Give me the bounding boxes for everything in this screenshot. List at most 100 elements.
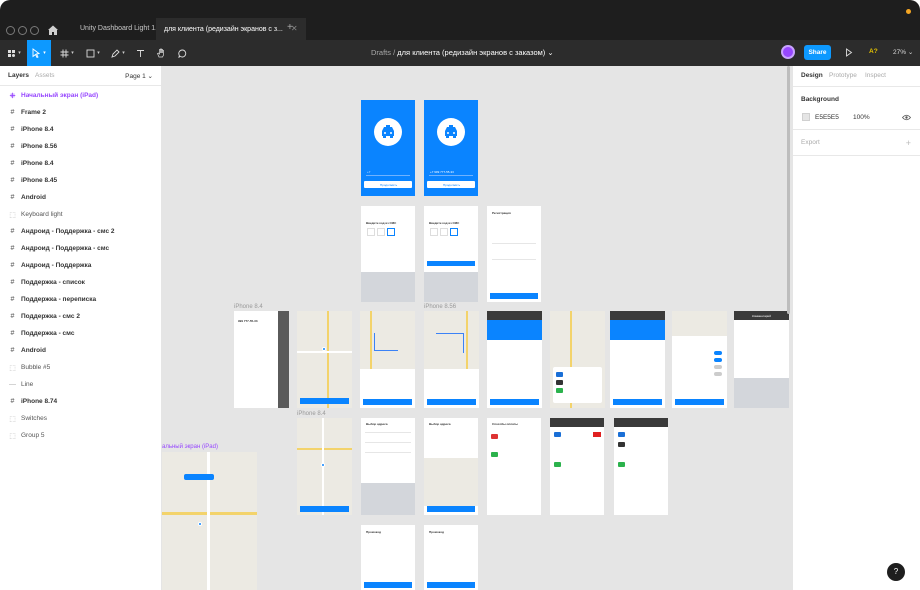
tab-assets[interactable]: Assets [35,72,55,79]
tab-inspect[interactable]: Inspect [865,72,886,79]
text-tool-button[interactable] [132,40,148,66]
code-cell[interactable] [430,228,438,236]
tab-unity-dashboard[interactable]: Unity Dashboard Light 1.0 [72,18,169,40]
share-button[interactable]: Share [804,45,831,60]
tab-current-file[interactable]: для клиента (редизайн экранов с з... ✕ [156,18,306,40]
layer-item[interactable]: ⬚ Bubble #5 [0,359,162,376]
order-button[interactable] [427,399,476,405]
main-menu-button[interactable]: ▾ [4,40,24,66]
done-button[interactable] [427,506,475,512]
breadcrumb-drafts[interactable]: Drafts [371,48,391,57]
map-pin[interactable] [322,347,326,351]
zoom-dropdown[interactable]: 27% ⌄ [893,48,913,56]
tab-prototype[interactable]: Prototype [829,72,857,79]
frame-map-1[interactable] [297,311,352,408]
frame-payment-popup[interactable] [550,311,605,408]
toggle-switch[interactable] [714,358,722,362]
frame-comment[interactable]: Комментарий [734,311,789,408]
layer-item[interactable]: # Андроид - Поддержка - смс 2 [0,223,162,240]
address-row[interactable] [365,432,411,433]
code-cell[interactable] [450,228,458,236]
layer-item[interactable]: ⬚ Keyboard light [0,206,162,223]
toggle-switch[interactable] [714,372,722,376]
layer-item[interactable]: # Поддержка - переписка [0,291,162,308]
hand-tool-button[interactable] [153,40,169,66]
document-title[interactable]: для клиента (редизайн экранов с заказом) [397,48,545,57]
layer-item[interactable]: # Поддержка - смс 2 [0,308,162,325]
layer-item[interactable]: # iPhone 8.56 [0,138,162,155]
done-button[interactable] [364,582,412,588]
eye-icon[interactable] [902,114,911,121]
frame-map-2[interactable] [360,311,415,408]
frame-splash-2[interactable]: +7 999 777-55-33 Продолжить [424,100,478,196]
layer-item[interactable]: # Frame 2 [0,104,162,121]
frame-choose-address-1[interactable]: Выбор адреса [361,418,415,515]
frame-sms-code-1[interactable]: Введите код из СМС [361,206,415,302]
layer-item[interactable]: ⬚ Group 5 [0,427,162,444]
frame-map-3[interactable] [424,311,479,408]
home-icon[interactable] [47,24,59,36]
map-pin[interactable] [198,522,202,526]
canvas[interactable]: +7 Продолжить +7 999 777-55-33 Продолжит… [162,66,792,590]
code-cell[interactable] [387,228,395,236]
frame-splash-1[interactable]: +7 Продолжить [361,100,415,196]
order-button[interactable] [613,399,662,405]
address-bubble[interactable] [184,474,214,480]
background-hex-input[interactable]: E5E5E5 [815,114,839,121]
tab-layers[interactable]: Layers [8,72,29,79]
frame-order-details[interactable] [487,311,542,408]
toggle-switch[interactable] [714,365,722,369]
frame-map-pin[interactable] [297,418,352,515]
present-play-icon[interactable] [845,48,853,57]
layer-item[interactable]: # iPhone 8.45 [0,172,162,189]
pen-tool-button[interactable]: ▾ [107,40,129,66]
toggle-switch[interactable] [714,351,722,355]
frame-options[interactable] [672,311,727,408]
layer-item[interactable]: # Android [0,189,162,206]
payment-popup[interactable] [553,367,602,403]
layer-item[interactable]: # iPhone 8.74 [0,393,162,410]
frame-registration[interactable]: Регистрация [487,206,541,302]
background-opacity-input[interactable]: 100% [853,114,870,121]
shape-tool-button[interactable]: ▾ [82,40,104,66]
delete-badge[interactable] [593,432,601,437]
frame-payment-methods-2[interactable] [550,418,604,515]
code-cell[interactable] [440,228,448,236]
ai-assistant-button[interactable]: A? [869,48,878,55]
canvas-scrollbar[interactable] [787,66,790,314]
address-row[interactable] [365,442,411,443]
close-window-button[interactable] [6,26,15,35]
frame-payment-methods-3[interactable] [614,418,668,515]
background-color-swatch[interactable] [802,113,810,121]
continue-button[interactable]: Продолжить [427,181,475,188]
move-tool-button[interactable]: ▾ [27,40,51,66]
maximize-window-button[interactable] [30,26,39,35]
continue-button[interactable]: Продолжить [364,181,412,188]
help-button[interactable]: ? [887,563,905,581]
code-cell[interactable] [377,228,385,236]
done-button[interactable] [300,506,349,512]
new-tab-icon[interactable]: + [287,22,293,33]
done-button[interactable] [675,399,724,405]
page-selector[interactable]: Page 1 ⌄ [125,72,153,80]
done-button[interactable] [427,582,475,588]
layer-item[interactable]: ⁜ Начальный экран (iPad) [0,87,162,104]
frame-tool-button[interactable]: ▾ [56,40,78,66]
add-export-icon[interactable]: + [906,138,911,148]
frame-tariff[interactable] [610,311,665,408]
continue-button[interactable] [490,293,538,299]
layer-item[interactable]: # Android [0,342,162,359]
avatar[interactable] [781,45,795,59]
order-bar[interactable] [300,398,349,404]
frame-sms-code-2[interactable]: Введите код из СМС [424,206,478,302]
layer-item[interactable]: — Line [0,376,162,393]
layer-item[interactable]: # Андроид - Поддержка [0,257,162,274]
layer-item[interactable]: # Андроид - Поддержка - смс [0,240,162,257]
layer-item[interactable]: # iPhone 8.4 [0,155,162,172]
name-field[interactable] [492,243,536,244]
frame-payment-methods-1[interactable]: Способы оплаты [487,418,541,515]
frame-promo-2[interactable]: Промокод [424,525,478,590]
map-pin[interactable] [321,463,325,467]
minimize-window-button[interactable] [18,26,27,35]
frame-ipad-start[interactable] [162,452,257,590]
